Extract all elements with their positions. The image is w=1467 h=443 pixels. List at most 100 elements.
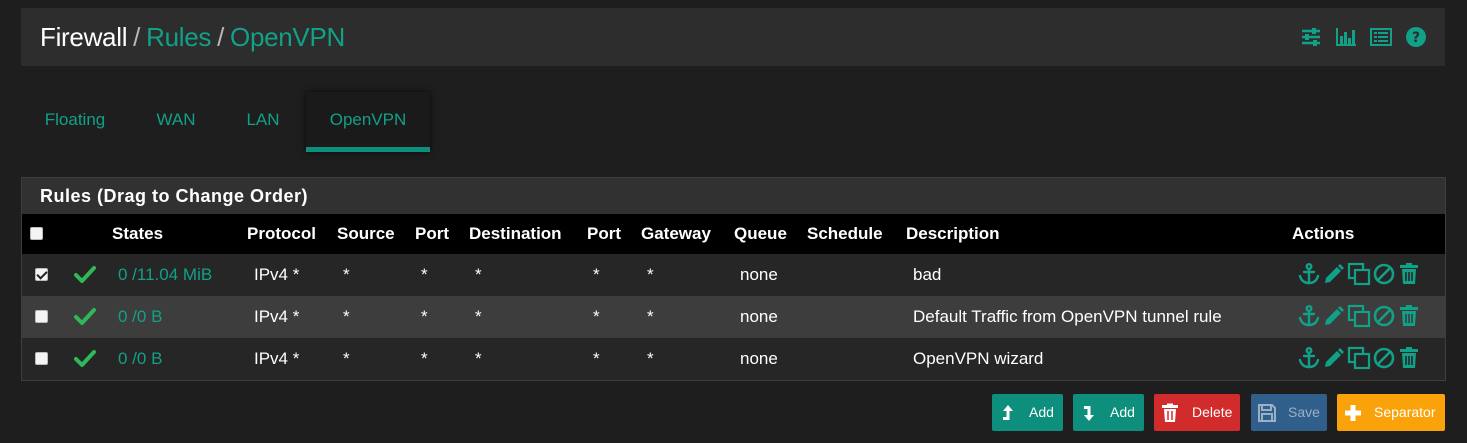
breadcrumb-firewall: Firewall [40, 22, 128, 52]
trash-icon[interactable] [1397, 346, 1421, 370]
table-row[interactable]: 0 /11.04 MiB IPv4 * * * * * * none bad [22, 254, 1445, 296]
row-actions [1297, 346, 1421, 370]
disable-icon[interactable] [1372, 262, 1396, 286]
tab-lan[interactable]: LAN [225, 92, 301, 152]
table-header: States Protocol Source Port Destination … [22, 214, 1445, 254]
column-queue[interactable]: Queue [734, 214, 787, 254]
tab-floating[interactable]: Floating [21, 92, 129, 152]
arrow-up-icon [1003, 404, 1013, 420]
trash-icon [1162, 403, 1178, 422]
tab-wan[interactable]: WAN [137, 92, 215, 152]
select-all-checkbox[interactable] [30, 227, 43, 240]
trash-icon[interactable] [1397, 304, 1421, 328]
row-checkbox[interactable] [35, 268, 48, 281]
states-value[interactable]: 0 /0 B [118, 296, 162, 338]
floppy-disk-icon [1258, 403, 1276, 422]
destination-value: * [475, 265, 482, 284]
column-port[interactable]: Port [415, 214, 449, 254]
source-value: * [343, 265, 350, 284]
plus-icon [1345, 404, 1361, 421]
protocol-value: IPv4 * [254, 349, 300, 368]
column-source[interactable]: Source [337, 214, 395, 254]
states-value[interactable]: 0 /11.04 MiB [118, 254, 212, 296]
pencil-icon[interactable] [1322, 346, 1346, 370]
rules-panel: Rules (Drag to Change Order) States Prot… [21, 177, 1446, 381]
bar-chart-icon[interactable] [1335, 26, 1357, 48]
save-label: Save [1288, 404, 1320, 420]
description-value: Default Traffic from OpenVPN tunnel rule [913, 307, 1222, 326]
source-value: * [343, 349, 350, 368]
table-row[interactable]: 0 /0 B IPv4 * * * * * * none Default Tra… [22, 296, 1445, 338]
separator-label: Separator [1374, 404, 1436, 420]
row-checkbox[interactable] [35, 352, 48, 365]
gateway-value: * [647, 349, 654, 368]
source-value: * [343, 307, 350, 326]
add-bottom-label: Add [1110, 404, 1135, 420]
action-buttons: Add Add Delete Save Separator [0, 394, 1467, 431]
copy-icon[interactable] [1347, 346, 1371, 370]
table-row[interactable]: 0 /0 B IPv4 * * * * * * none OpenVPN wiz… [22, 338, 1445, 380]
add-bottom-button[interactable]: Add [1073, 394, 1144, 431]
check-icon[interactable] [74, 265, 96, 285]
port-value: * [593, 349, 600, 368]
copy-icon[interactable] [1347, 304, 1371, 328]
breadcrumb-rules-link[interactable]: Rules [146, 22, 211, 52]
svg-text:?: ? [1412, 30, 1420, 46]
destination-value: * [475, 349, 482, 368]
queue-value: none [740, 307, 778, 326]
row-actions [1297, 304, 1421, 328]
pencil-icon[interactable] [1322, 304, 1346, 328]
delete-button[interactable]: Delete [1154, 394, 1240, 431]
copy-icon[interactable] [1347, 262, 1371, 286]
gateway-value: * [647, 265, 654, 284]
disable-icon[interactable] [1372, 346, 1396, 370]
column-actions: Actions [1292, 224, 1355, 243]
column-gateway[interactable]: Gateway [641, 214, 711, 254]
anchor-icon[interactable] [1297, 262, 1321, 286]
panel-title: Rules (Drag to Change Order) [22, 178, 1445, 214]
list-icon[interactable] [1370, 26, 1392, 48]
add-top-button[interactable]: Add [992, 394, 1063, 431]
breadcrumb: Firewall / Rules / OpenVPN [40, 21, 345, 53]
row-checkbox[interactable] [35, 310, 48, 323]
description-value: bad [913, 265, 942, 284]
column-protocol[interactable]: Protocol [247, 214, 316, 254]
anchor-icon[interactable] [1297, 346, 1321, 370]
column-port[interactable]: Port [587, 214, 621, 254]
add-separator-button[interactable]: Separator [1337, 394, 1445, 431]
port-value: * [421, 349, 428, 368]
column-schedule[interactable]: Schedule [807, 214, 883, 254]
protocol-value: IPv4 * [254, 265, 300, 284]
row-actions [1297, 262, 1421, 286]
arrow-down-icon [1084, 405, 1094, 421]
save-button[interactable]: Save [1251, 394, 1327, 431]
delete-label: Delete [1192, 404, 1233, 420]
tab-openvpn[interactable]: OpenVPN [306, 92, 430, 152]
check-icon[interactable] [74, 349, 96, 369]
help-icon[interactable]: ? [1405, 26, 1427, 48]
description-value: OpenVPN wizard [913, 349, 1044, 368]
port-value: * [593, 265, 600, 284]
pencil-icon[interactable] [1322, 262, 1346, 286]
trash-icon[interactable] [1397, 262, 1421, 286]
breadcrumb-separator: / [217, 22, 225, 52]
port-value: * [593, 307, 600, 326]
check-icon[interactable] [74, 307, 96, 327]
destination-value: * [475, 307, 482, 326]
sliders-icon[interactable] [1300, 26, 1322, 48]
column-states[interactable]: States [112, 214, 163, 254]
queue-value: none [740, 265, 778, 284]
header-icons: ? [1300, 26, 1427, 48]
disable-icon[interactable] [1372, 304, 1396, 328]
column-destination[interactable]: Destination [469, 214, 562, 254]
queue-value: none [740, 349, 778, 368]
anchor-icon[interactable] [1297, 304, 1321, 328]
protocol-value: IPv4 * [254, 307, 300, 326]
gateway-value: * [647, 307, 654, 326]
breadcrumb-openvpn-link[interactable]: OpenVPN [230, 22, 345, 52]
page-header: Firewall / Rules / OpenVPN ? [21, 8, 1445, 66]
add-top-label: Add [1029, 404, 1054, 420]
port-value: * [421, 307, 428, 326]
column-description[interactable]: Description [906, 214, 1000, 254]
states-value[interactable]: 0 /0 B [118, 338, 162, 380]
